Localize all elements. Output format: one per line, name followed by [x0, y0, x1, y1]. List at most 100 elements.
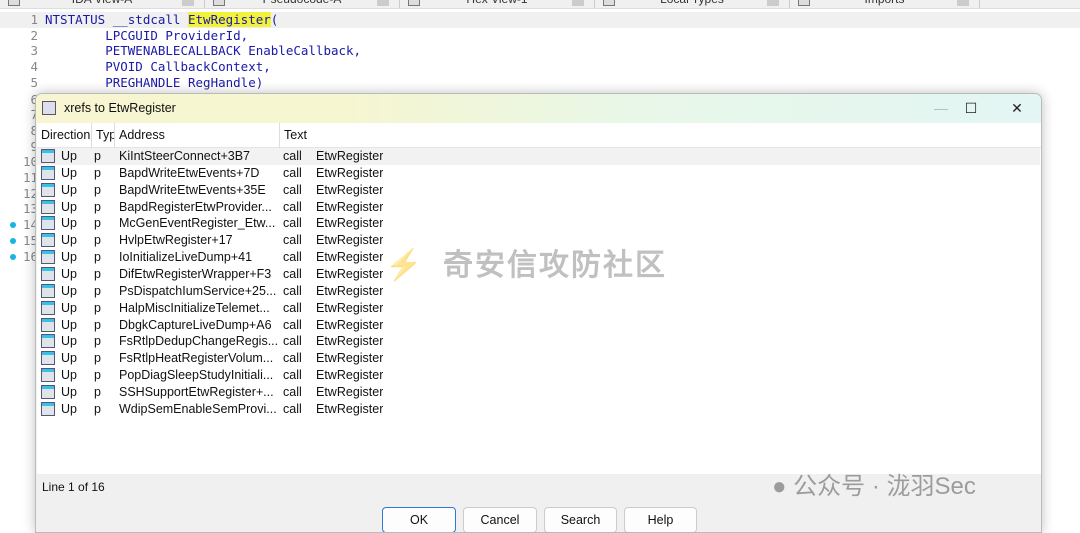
- code-line[interactable]: 6: [0, 92, 38, 108]
- column-type[interactable]: Type: [92, 123, 115, 148]
- table-row[interactable]: Up p FsRtlpHeatRegisterVolum... call EtwRegi…: [37, 350, 1040, 367]
- direction-cell: Up: [61, 368, 77, 383]
- type-cell: p: [94, 300, 101, 315]
- address-cell: HvlpEtwRegister+17: [119, 233, 233, 248]
- table-row[interactable]: Up p BapdRegisterEtwProvider... call EtwRegi…: [37, 199, 1040, 216]
- tab-close-icon[interactable]: [572, 0, 584, 6]
- table-row[interactable]: Up p IoInitializeLiveDump+41 call EtwRegiste…: [37, 249, 1040, 266]
- direction-cell: Up: [61, 266, 77, 281]
- table-row[interactable]: Up p SSHSupportEtwRegister+... call EtwRegis…: [37, 384, 1040, 401]
- table-row[interactable]: Up p HalpMiscInitializeTelemet... call EtwRe…: [37, 300, 1040, 317]
- table-row[interactable]: Up p PsDispatchIumService+25... call EtwRegi…: [37, 283, 1040, 300]
- search-button[interactable]: Search: [544, 507, 617, 532]
- instruction-cell: call: [283, 199, 302, 214]
- code-line[interactable]: 11: [0, 170, 38, 186]
- table-row[interactable]: Up p HvlpEtwRegister+17 call EtwRegister: [37, 232, 1040, 249]
- maximize-button[interactable]: ☐: [956, 98, 986, 118]
- xref-icon: [41, 300, 55, 315]
- tab-imports[interactable]: Imports: [790, 0, 980, 8]
- address-cell: McGenEventRegister_Etw...: [119, 216, 276, 231]
- type-cell: p: [94, 182, 101, 197]
- table-row[interactable]: Up p DifEtwRegisterWrapper+F3 call EtwRegist…: [37, 266, 1040, 283]
- code-line[interactable]: 13: [0, 201, 38, 217]
- code-line[interactable]: 10: [0, 154, 38, 170]
- tab-hex-view-1[interactable]: Hex View-1: [400, 0, 595, 8]
- target-cell: EtwRegister: [316, 384, 384, 399]
- code-line[interactable]: 8: [0, 123, 38, 139]
- table-row[interactable]: Up p BapdWriteEtwEvents+35E call EtwRegister: [37, 182, 1040, 199]
- target-cell: EtwRegister: [316, 199, 384, 214]
- tab-pseudocode-a[interactable]: Pseudocode-A: [205, 0, 400, 8]
- code-line[interactable]: 9: [0, 139, 38, 155]
- cancel-button[interactable]: Cancel: [463, 507, 537, 532]
- tab-close-icon[interactable]: [957, 0, 969, 6]
- help-button[interactable]: Help: [624, 507, 697, 532]
- tab-close-icon[interactable]: [182, 0, 194, 6]
- highlighted-identifier[interactable]: EtwRegister: [188, 12, 271, 27]
- line-number: 6: [0, 92, 38, 107]
- line-number: 3: [30, 43, 38, 59]
- table-row[interactable]: Up p FsRtlpDedupChangeRegis... call EtwRegis…: [37, 333, 1040, 350]
- watermark-bottom: ● 公众号 · 泷羽Sec: [772, 466, 976, 501]
- line-number: 16: [22, 248, 38, 264]
- column-address[interactable]: Address: [115, 123, 280, 148]
- dialog-title-bar[interactable]: xrefs to EtwRegister — ☐ ✕: [36, 94, 1041, 123]
- table-row[interactable]: Up p WdipSemEnableSemProvi... call EtwRegist…: [37, 401, 1040, 418]
- direction-cell: Up: [61, 300, 77, 315]
- xref-icon: [41, 149, 55, 163]
- code-line[interactable]: 3 PETWENABLECALLBACK EnableCallback,: [0, 43, 1080, 59]
- type-cell: p: [94, 216, 101, 231]
- column-direction[interactable]: Direction: [37, 123, 92, 148]
- xrefs-table[interactable]: Direction Type Address Text Up p KiIntStee…: [37, 123, 1041, 474]
- table-row[interactable]: Up p KiIntSteerConnect+3B7 call EtwRegister: [37, 148, 1040, 165]
- tab-close-icon[interactable]: [377, 0, 389, 6]
- direction-cell: Up: [61, 233, 77, 248]
- code-line[interactable]: 1 NTSTATUS __stdcall EtwRegister(: [0, 12, 1080, 28]
- tab-local-types[interactable]: Local Types: [595, 0, 790, 8]
- type-cell: p: [94, 165, 101, 180]
- xref-icon: [41, 199, 55, 214]
- xref-icon: [42, 101, 56, 115]
- breakpoint-dot-icon: [10, 237, 16, 244]
- xref-icon: [41, 250, 55, 265]
- address-cell: HalpMiscInitializeTelemet...: [119, 300, 270, 315]
- code-line[interactable]: 5 PREGHANDLE RegHandle): [0, 75, 1080, 91]
- code-line[interactable]: 4 PVOID CallbackContext,: [0, 59, 1080, 75]
- table-row[interactable]: Up p BapdWriteEtwEvents+7D call EtwRegister: [37, 165, 1040, 182]
- address-cell: IoInitializeLiveDump+41: [119, 250, 253, 265]
- line-number: 5: [30, 74, 38, 90]
- code-line[interactable]: 12: [0, 186, 38, 202]
- tab-close-icon[interactable]: [767, 0, 779, 6]
- type-cell: p: [94, 351, 101, 366]
- line-number: 11: [22, 170, 38, 185]
- code-line[interactable]: 15: [0, 233, 38, 249]
- breakpoint-dot-icon: [10, 253, 16, 260]
- address-cell: FsRtlpDedupChangeRegis...: [119, 334, 279, 349]
- tab-bar: IDA View-A Pseudocode-A Hex View-1 Local Ty…: [0, 0, 1080, 9]
- target-cell: EtwRegister: [316, 351, 384, 366]
- xref-icon: [41, 401, 55, 416]
- minimize-button[interactable]: —: [926, 98, 956, 118]
- address-cell: WdipSemEnableSemProvi...: [119, 401, 277, 416]
- table-row[interactable]: Up p DbgkCaptureLiveDump+A6 call EtwRegister: [37, 317, 1040, 334]
- tab-icon: [408, 0, 420, 6]
- table-row[interactable]: Up p McGenEventRegister_Etw... call EtwRegis…: [37, 215, 1040, 232]
- close-button[interactable]: ✕: [1002, 98, 1032, 118]
- code-prefix: NTSTATUS __stdcall: [45, 12, 188, 27]
- address-cell: BapdWriteEtwEvents+7D: [119, 165, 260, 180]
- xref-icon: [41, 351, 55, 366]
- code-line[interactable]: 14: [0, 217, 38, 233]
- xref-icon: [41, 233, 55, 248]
- tab-ida-view-a[interactable]: IDA View-A: [0, 0, 205, 8]
- type-cell: p: [94, 149, 101, 163]
- code-line[interactable]: 16: [0, 248, 38, 265]
- code-line[interactable]: 7: [0, 107, 38, 123]
- code-text: PREGHANDLE RegHandle): [45, 74, 264, 90]
- target-cell: EtwRegister: [316, 250, 384, 265]
- ok-button[interactable]: OK: [382, 507, 456, 532]
- column-text[interactable]: Text: [280, 123, 1040, 148]
- code-line[interactable]: 2 LPCGUID ProviderId,: [0, 28, 1080, 44]
- table-row[interactable]: Up p PopDiagSleepStudyInitiali... call EtwRe…: [37, 367, 1040, 384]
- xref-icon: [41, 182, 55, 197]
- target-cell: EtwRegister: [316, 368, 384, 383]
